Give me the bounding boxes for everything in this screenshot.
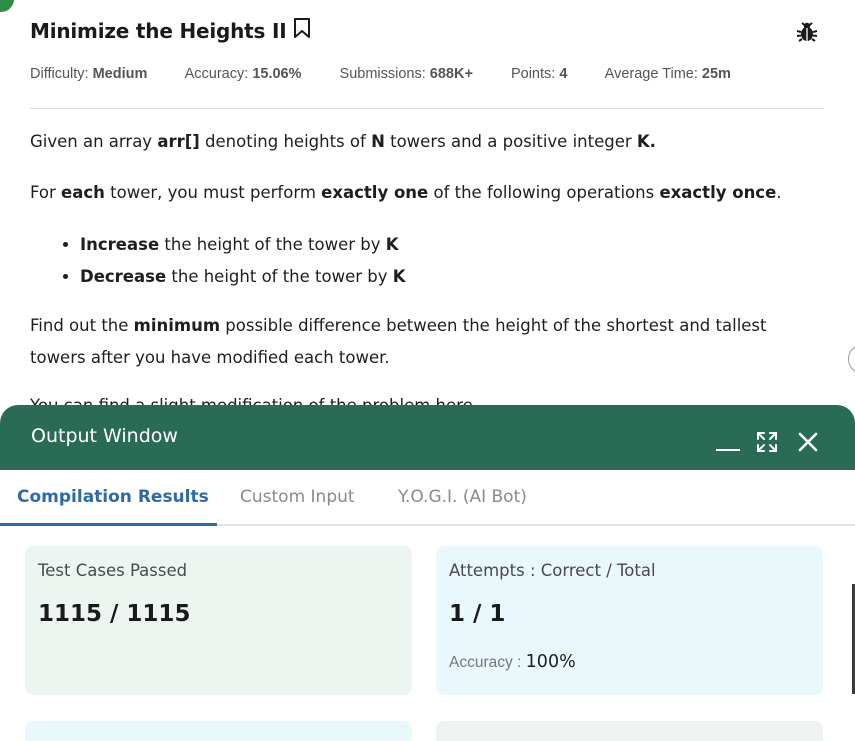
meta-submissions: Submissions: 688K+ [340, 66, 473, 82]
list-item: Increase the height of the tower by K [80, 229, 406, 261]
attempts-label: Attempts : Correct / Total [449, 561, 656, 580]
meta-value: Medium [92, 66, 148, 82]
corner-indicator [0, 0, 14, 12]
summary-card-partial [25, 721, 412, 741]
tab-compilation-results[interactable]: Compilation Results [17, 487, 209, 507]
problem-title: Minimize the Heights II [30, 18, 287, 43]
meta-value: 25m [701, 66, 731, 82]
meta-accuracy: Accuracy: 15.06% [185, 66, 302, 82]
tab-custom-input[interactable]: Custom Input [240, 487, 355, 507]
statement-paragraph-2: For each tower, you must perform exactly… [30, 183, 782, 202]
test-cases-value: 1115 / 1115 [38, 601, 191, 627]
meta-label: Average Time: [604, 66, 698, 82]
operations-list: Increase the height of the tower by K De… [80, 229, 406, 293]
side-drawer-handle[interactable] [848, 344, 855, 374]
output-window-title: Output Window [31, 425, 178, 447]
expand-icon[interactable] [756, 431, 778, 458]
meta-average-time: Average Time: 25m [605, 66, 731, 82]
accuracy-row: Accuracy : 100% [449, 652, 576, 672]
meta-value: 15.06% [252, 66, 302, 82]
statement-paragraph-1: Given an array arr[] denoting heights of… [30, 132, 656, 151]
time-card-partial [436, 721, 823, 741]
meta-label: Difficulty: [30, 66, 89, 82]
test-cases-card: Test Cases Passed 1115 / 1115 [25, 546, 412, 695]
tab-yogi-ai-bot[interactable]: Y.O.G.I. (AI Bot) [398, 487, 527, 507]
active-tab-indicator [0, 523, 217, 526]
meta-label: Accuracy: [184, 66, 249, 82]
meta-difficulty: Difficulty: Medium [30, 66, 147, 82]
output-window-header: Output Window [0, 405, 855, 470]
bookmark-icon[interactable] [293, 17, 311, 44]
close-icon[interactable] [797, 431, 819, 458]
meta-value: 688K+ [429, 66, 473, 82]
accuracy-value: 100% [525, 652, 576, 672]
meta-label: Submissions: [339, 66, 426, 82]
accuracy-label: Accuracy : [449, 654, 522, 671]
minimize-icon[interactable] [716, 449, 740, 451]
meta-points: Points: 4 [511, 66, 567, 82]
meta-label: Points: [510, 66, 556, 82]
test-cases-label: Test Cases Passed [38, 561, 188, 580]
attempts-card: Attempts : Correct / Total 1 / 1 Accurac… [436, 546, 823, 695]
list-item: Decrease the height of the tower by K [80, 261, 406, 293]
title-row: Minimize the Heights II [30, 17, 824, 49]
statement-paragraph-3: Find out the minimum possible difference… [30, 316, 767, 367]
divider [30, 108, 824, 109]
attempts-value: 1 / 1 [449, 601, 506, 627]
report-bug-icon[interactable] [796, 21, 818, 48]
output-tabs: Compilation Results Custom Input Y.O.G.I… [0, 470, 855, 526]
problem-meta: Difficulty: Medium Accuracy: 15.06% Subm… [30, 66, 765, 82]
meta-value: 4 [559, 66, 568, 82]
